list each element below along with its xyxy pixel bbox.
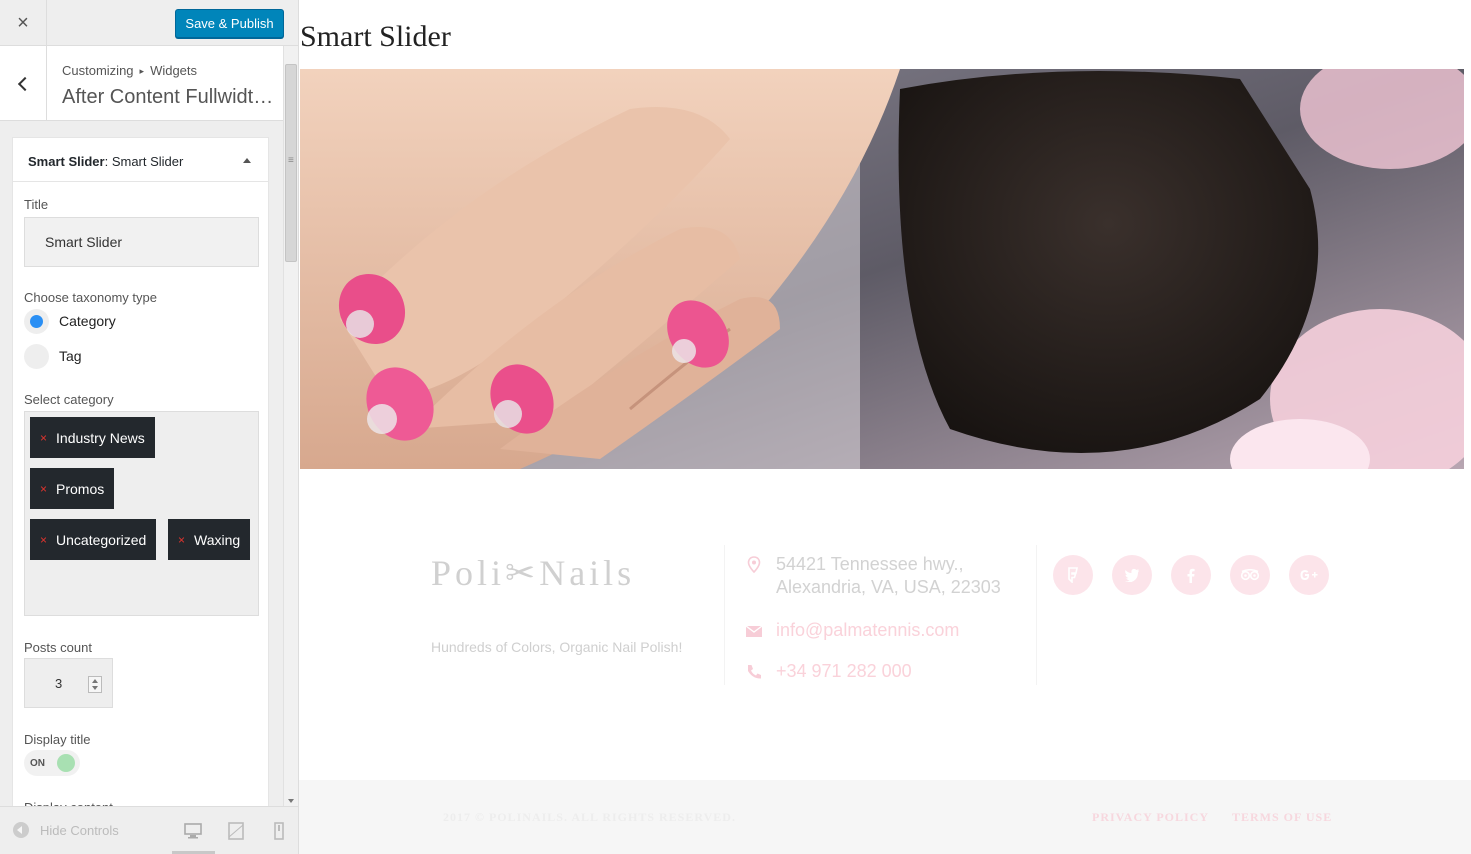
customizer-header: × Save & Publish bbox=[0, 0, 298, 46]
facebook-icon[interactable] bbox=[1171, 555, 1211, 595]
address-line-1: 54421 Tennessee hwy., bbox=[776, 554, 964, 574]
category-tag[interactable]: × Promos bbox=[30, 468, 115, 509]
radio-button-checked[interactable] bbox=[24, 308, 49, 334]
map-pin-icon bbox=[747, 556, 761, 574]
widget-instance-title: : Smart Slider bbox=[104, 154, 184, 169]
posts-count-label: Posts count bbox=[24, 640, 92, 655]
widget-header[interactable]: Smart Slider: Smart Slider bbox=[13, 138, 268, 182]
customizer-app: × Save & Publish Customizing ▸ Widgets Aft… bbox=[0, 0, 1471, 854]
back-button[interactable] bbox=[0, 46, 47, 121]
smart-slider-widget: Smart Slider: Smart Slider Title Choose … bbox=[12, 137, 269, 817]
toggle-state: ON bbox=[30, 758, 45, 769]
close-icon: × bbox=[17, 11, 29, 34]
taxonomy-option-category[interactable]: Category bbox=[24, 308, 116, 334]
title-label: Title bbox=[24, 197, 49, 212]
posts-count-stepper[interactable]: 3 bbox=[24, 658, 113, 708]
desktop-preview-icon[interactable] bbox=[184, 822, 202, 840]
customizer-sidebar: × Save & Publish Customizing ▸ Widgets Aft… bbox=[0, 0, 299, 854]
display-title-toggle[interactable]: ON bbox=[24, 750, 80, 776]
address: 54421 Tennessee hwy., Alexandria, VA, US… bbox=[776, 553, 1001, 599]
decrement-arrow-icon[interactable] bbox=[92, 686, 98, 690]
sidebar-scrollbar[interactable]: ≡ bbox=[283, 46, 298, 806]
breadcrumb-separator-icon: ▸ bbox=[139, 66, 145, 76]
scroll-down-arrow-icon[interactable] bbox=[288, 799, 294, 803]
radio-label: Tag bbox=[59, 348, 82, 364]
remove-tag-icon[interactable]: × bbox=[40, 431, 47, 445]
category-tag-label: Waxing bbox=[194, 531, 241, 548]
remove-tag-icon[interactable]: × bbox=[40, 533, 47, 547]
widget-name: Smart Slider bbox=[28, 154, 105, 169]
tripadvisor-icon[interactable] bbox=[1230, 555, 1270, 595]
privacy-policy-link[interactable]: PRIVACY POLICY bbox=[1092, 810, 1209, 825]
save-publish-button[interactable]: Save & Publish bbox=[175, 9, 284, 38]
display-title-label: Display title bbox=[24, 732, 91, 747]
hide-controls-button[interactable]: Hide Controls bbox=[13, 822, 119, 838]
collapse-arrow-icon[interactable] bbox=[243, 158, 251, 163]
mobile-preview-icon[interactable] bbox=[270, 822, 288, 840]
google-plus-icon[interactable] bbox=[1289, 555, 1329, 595]
copyright-bar: 2017 © POLINAILS. ALL RIGHTS RESERVED. P… bbox=[299, 780, 1471, 854]
increment-arrow-icon[interactable] bbox=[92, 679, 98, 683]
taxonomy-label: Choose taxonomy type bbox=[24, 290, 157, 305]
category-tag-label: Uncategorized bbox=[56, 531, 147, 548]
grip-icon: ≡ bbox=[288, 155, 294, 166]
collapse-sidebar-icon bbox=[13, 822, 29, 838]
breadcrumb-root: Customizing bbox=[62, 63, 134, 78]
slider-image[interactable] bbox=[300, 69, 1464, 469]
customizer-footer: Hide Controls bbox=[0, 806, 298, 854]
category-multiselect[interactable]: × Industry News × Promos × Uncategorized × W… bbox=[24, 411, 259, 616]
copyright-text: 2017 © POLINAILS. ALL RIGHTS RESERVED. bbox=[443, 810, 736, 824]
select-category-label: Select category bbox=[24, 392, 114, 407]
section-header: Customizing ▸ Widgets After Content Fullwi… bbox=[0, 46, 283, 121]
posts-count-value[interactable]: 3 bbox=[55, 676, 62, 691]
foursquare-icon[interactable] bbox=[1053, 555, 1093, 595]
category-tag-label: Promos bbox=[56, 480, 105, 497]
footer-divider bbox=[724, 545, 725, 685]
toggle-knob[interactable] bbox=[57, 754, 75, 772]
phone-number[interactable]: +34 971 282 000 bbox=[776, 660, 912, 683]
email-row: info@palmatennis.com bbox=[744, 619, 959, 642]
phone-row: +34 971 282 000 bbox=[744, 660, 912, 683]
radio-button[interactable] bbox=[24, 343, 49, 369]
taxonomy-option-tag[interactable]: Tag bbox=[24, 343, 82, 369]
section-title: After Content Fullwidth... bbox=[62, 86, 277, 108]
title-input[interactable] bbox=[24, 217, 259, 267]
address-line-2: Alexandria, VA, USA, 22303 bbox=[776, 577, 1001, 597]
envelope-icon bbox=[745, 625, 763, 637]
chevron-left-icon bbox=[17, 76, 33, 91]
category-tag[interactable]: × Waxing bbox=[168, 519, 251, 560]
hide-controls-label: Hide Controls bbox=[40, 822, 119, 838]
remove-tag-icon[interactable]: × bbox=[178, 533, 185, 547]
close-customizer-button[interactable]: × bbox=[0, 0, 47, 46]
category-tag[interactable]: × Uncategorized bbox=[30, 519, 157, 560]
scrollbar-thumb[interactable]: ≡ bbox=[285, 64, 297, 262]
twitter-icon[interactable] bbox=[1112, 555, 1152, 595]
footer-divider bbox=[1036, 545, 1037, 685]
address-row: 54421 Tennessee hwy., Alexandria, VA, US… bbox=[744, 553, 1001, 599]
breadcrumb: Customizing ▸ Widgets bbox=[62, 63, 197, 78]
stepper-arrows[interactable] bbox=[88, 676, 102, 693]
site-preview: Smart Slider Poli✂Nails Hundreds of Colo… bbox=[299, 0, 1471, 854]
breadcrumb-leaf: Widgets bbox=[150, 63, 198, 78]
radio-label: Category bbox=[59, 313, 116, 329]
widget-title: Smart Slider: Smart Slider bbox=[28, 154, 183, 169]
remove-tag-icon[interactable]: × bbox=[40, 482, 47, 496]
email-link[interactable]: info@palmatennis.com bbox=[776, 619, 959, 642]
terms-of-use-link[interactable]: TERMS OF USE bbox=[1232, 810, 1332, 825]
site-tagline: Hundreds of Colors, Organic Nail Polish! bbox=[431, 639, 683, 655]
category-tag[interactable]: × Industry News bbox=[30, 417, 155, 458]
phone-icon bbox=[748, 665, 761, 679]
category-tag-label: Industry News bbox=[56, 429, 145, 446]
site-logo[interactable]: Poli✂Nails bbox=[431, 552, 635, 594]
tablet-preview-icon[interactable] bbox=[227, 822, 245, 840]
preview-widget-title: Smart Slider bbox=[300, 20, 451, 53]
